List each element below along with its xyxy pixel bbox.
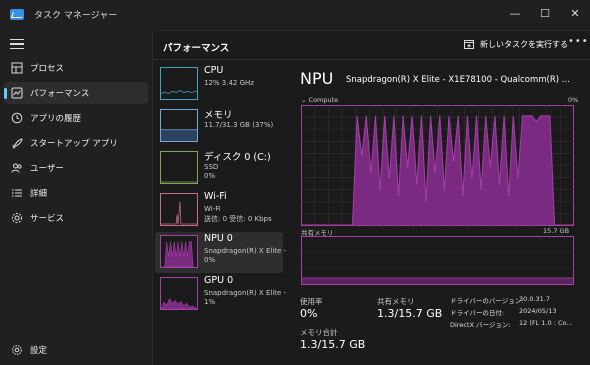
device-detail: 12% 3.42 GHz xyxy=(204,79,254,87)
device-item-memory[interactable]: メモリ 11.7/31.3 GB (37%) xyxy=(155,106,283,147)
device-name: ディスク 0 (C:) xyxy=(204,152,271,163)
maximize-button[interactable]: ☐ xyxy=(530,4,560,24)
usage-label: 使用率 xyxy=(300,297,323,306)
device-detail: 送信: 0 受信: 0 Kbps xyxy=(204,215,272,223)
nav-label: サービス xyxy=(30,214,65,224)
device-list: CPU 12% 3.42 GHz メモリ 11.7/31.3 GB (37%) … xyxy=(153,60,287,365)
device-name: GPU 0 xyxy=(204,275,234,286)
performance-icon xyxy=(11,87,23,99)
compute-chart xyxy=(301,105,574,226)
nav-label: ユーザー xyxy=(30,164,64,174)
device-detail: 0% xyxy=(204,256,216,264)
shared-memory-label: 共有メモリ xyxy=(377,297,415,306)
chevron-down-icon: ⌄ xyxy=(301,96,307,104)
nav-item-users[interactable]: ユーザー xyxy=(4,157,148,179)
nav-item-processes[interactable]: プロセス xyxy=(4,57,148,79)
run-task-icon xyxy=(464,40,474,49)
gear-icon xyxy=(12,345,22,355)
device-item-npu[interactable]: NPU 0 Snapdragon(R) X Elite - 0% xyxy=(155,232,287,273)
nav-item-app-history[interactable]: アプリの履歴 xyxy=(4,107,148,129)
cpu-thumbnail xyxy=(160,67,198,100)
title-bar: タスク マネージャー — ☐ ✕ xyxy=(0,0,590,30)
device-name: メモリ xyxy=(204,110,233,121)
nav-item-details[interactable]: 詳細 xyxy=(4,182,148,204)
total-memory-label: メモリ合計 xyxy=(300,328,338,337)
minimize-button[interactable]: — xyxy=(500,4,530,24)
device-detail: Wi-Fi xyxy=(204,205,221,213)
nav-label: 詳細 xyxy=(30,189,48,199)
nav-item-startup-apps[interactable]: スタートアップ アプリ xyxy=(4,132,148,154)
nav-label: 設定 xyxy=(30,346,48,356)
nav-item-services[interactable]: サービス xyxy=(4,207,148,229)
nav-label: パフォーマンス xyxy=(30,89,90,99)
driver-version-value: 30.0.31.7 xyxy=(519,295,551,303)
memory-thumbnail xyxy=(160,109,198,142)
nav-item-settings[interactable]: 設定 xyxy=(4,339,148,361)
gpu-thumbnail xyxy=(160,277,198,310)
device-item-wifi[interactable]: Wi-Fi Wi-Fi 送信: 0 受信: 0 Kbps xyxy=(155,190,283,231)
device-title: NPU xyxy=(300,69,334,88)
device-model: Snapdragon(R) X Elite - X1E78100 - Qualc… xyxy=(346,75,570,85)
shared-memory-value: 1.3/15.7 GB xyxy=(377,307,443,320)
startup-icon xyxy=(12,138,23,149)
hamburger-menu-icon[interactable] xyxy=(10,39,24,50)
directx-version-value: 12 (FL 1.0 : Co... xyxy=(519,319,573,327)
disk-thumbnail xyxy=(160,151,198,184)
device-name: NPU 0 xyxy=(204,233,233,244)
nav-label: スタートアップ アプリ xyxy=(30,139,118,149)
compute-dropdown[interactable]: ⌄ Compute xyxy=(301,96,338,104)
device-detail: SSD xyxy=(204,163,219,171)
nav-item-performance[interactable]: パフォーマンス xyxy=(4,82,148,104)
run-task-label: 新しいタスクを実行する xyxy=(480,40,568,49)
compute-label: Compute xyxy=(308,96,339,104)
usage-value: 0% xyxy=(300,307,318,320)
device-detail: 1% xyxy=(204,298,216,306)
directx-version-key: DirectX バージョン: xyxy=(450,321,511,329)
users-icon xyxy=(11,163,22,173)
npu-thumbnail xyxy=(160,235,198,268)
window-title: タスク マネージャー xyxy=(34,11,118,21)
driver-version-key: ドライバーのバージョン: xyxy=(450,297,524,305)
device-name: Wi-Fi xyxy=(204,191,227,202)
main-panel: パフォーマンス 新しいタスクを実行する ••• CPU 12% 3.42 GHz… xyxy=(152,30,590,365)
device-item-cpu[interactable]: CPU 12% 3.42 GHz xyxy=(155,64,283,105)
services-icon xyxy=(11,212,23,224)
compute-max-label: 0% xyxy=(568,96,579,104)
more-options-button[interactable]: ••• xyxy=(568,36,589,47)
device-item-disk[interactable]: ディスク 0 (C:) SSD 0% xyxy=(155,148,283,189)
device-item-gpu[interactable]: GPU 0 Snapdragon(R) X Elite - 1% xyxy=(155,274,287,315)
nav-label: プロセス xyxy=(30,64,65,74)
driver-date-value: 2024/05/13 xyxy=(519,307,557,315)
page-title: パフォーマンス xyxy=(163,43,230,54)
close-button[interactable]: ✕ xyxy=(560,4,590,24)
wifi-thumbnail xyxy=(160,193,198,226)
device-name: CPU xyxy=(204,65,224,76)
grid-icon xyxy=(11,62,23,74)
shared-memory-chart xyxy=(301,236,574,285)
total-memory-value: 1.3/15.7 GB xyxy=(300,338,366,351)
details-icon xyxy=(12,189,22,197)
sidebar: プロセス パフォーマンス アプリの履歴 スタートアップ アプリ ユーザー 詳細 … xyxy=(0,30,152,365)
device-detail: Snapdragon(R) X Elite - xyxy=(204,289,287,297)
nav-label: アプリの履歴 xyxy=(30,114,82,124)
history-icon xyxy=(11,112,23,124)
device-detail: 11.7/31.3 GB (37%) xyxy=(204,121,274,129)
device-detail: 0% xyxy=(204,172,216,180)
task-manager-icon xyxy=(10,9,24,20)
device-detail: Snapdragon(R) X Elite - xyxy=(204,247,287,255)
shared-memory-max-label: 15.7 GB xyxy=(543,227,570,235)
driver-date-key: ドライバーの日付: xyxy=(450,309,505,317)
